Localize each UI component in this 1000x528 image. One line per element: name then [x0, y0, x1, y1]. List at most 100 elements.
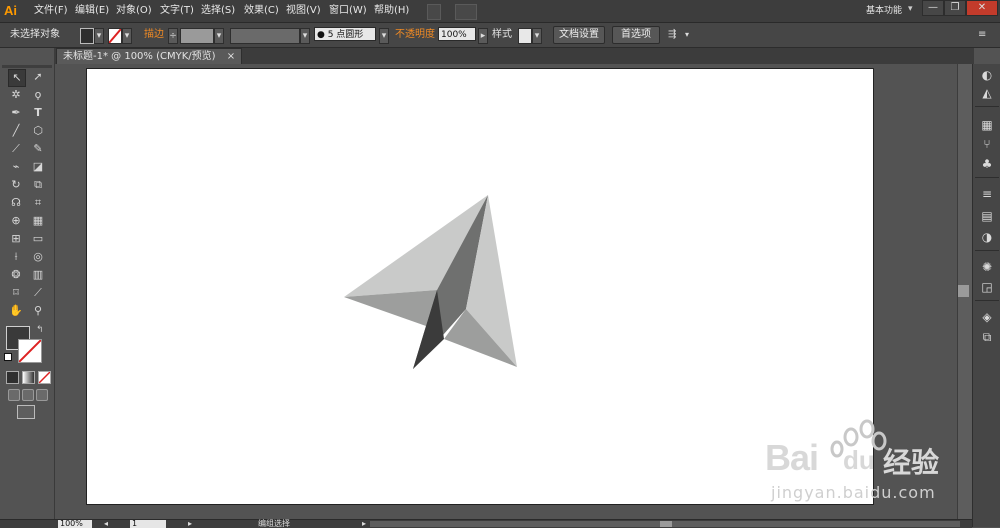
artboards-icon[interactable]: ⧉	[979, 330, 995, 344]
shape-builder-icon[interactable]: ⊕	[8, 213, 24, 229]
zoom-icon[interactable]: ⚲	[30, 303, 46, 319]
restore-button[interactable]: ❐	[944, 0, 966, 16]
rectangle-tool-icon[interactable]: ⬡	[30, 123, 46, 139]
close-window-button[interactable]: ✕	[966, 0, 998, 16]
perspective-grid-icon[interactable]: ▦	[30, 213, 46, 229]
default-colors-icon[interactable]	[4, 353, 12, 361]
eraser-icon[interactable]: ◪	[30, 159, 46, 175]
type-tool-icon[interactable]: T	[30, 105, 46, 121]
magic-wand-icon[interactable]: ✲	[8, 87, 24, 103]
document-setup-button[interactable]: 文档设置	[553, 26, 605, 44]
opacity-dropdown[interactable]: ▸	[478, 28, 488, 44]
close-icon[interactable]: ×	[227, 51, 235, 62]
gradient-panel-icon[interactable]: ▤	[979, 209, 995, 223]
scrollbar-thumb[interactable]	[958, 285, 969, 297]
brush-dropdown[interactable]: ▾	[379, 28, 389, 44]
swap-fill-stroke-icon[interactable]: ↰	[36, 325, 44, 335]
eyedropper-icon[interactable]: ⟊	[8, 249, 24, 265]
app-logo: Ai	[4, 3, 17, 18]
draw-normal-icon[interactable]	[8, 389, 20, 401]
gradient-mode-icon[interactable]	[22, 371, 35, 384]
workspace-switcher[interactable]: 基本功能	[866, 0, 902, 22]
stroke-dropdown[interactable]: ▾	[122, 28, 132, 44]
hand-icon[interactable]: ✋	[8, 303, 24, 319]
stroke-panel-icon[interactable]: ≡	[979, 187, 995, 201]
fill-swatch[interactable]	[80, 28, 94, 44]
style-dropdown[interactable]: ▾	[532, 28, 542, 44]
menu-effect[interactable]: 效果(C)	[244, 0, 279, 22]
color-guide-icon[interactable]: ◭	[979, 86, 995, 100]
blend-icon[interactable]: ◎	[30, 249, 46, 265]
menu-object[interactable]: 对象(O)	[116, 0, 152, 22]
graphic-style-swatch[interactable]	[518, 28, 532, 44]
variable-width-profile[interactable]	[230, 28, 300, 44]
transparency-icon[interactable]: ◑	[979, 230, 995, 244]
profile-dropdown[interactable]: ▾	[300, 28, 310, 44]
stroke-weight-field[interactable]	[180, 28, 214, 44]
graph-icon[interactable]: ▥	[30, 267, 46, 283]
style-label: 样式	[492, 29, 512, 40]
layers-icon[interactable]: ◈	[979, 310, 995, 324]
direct-selection-tool-icon[interactable]: ➚	[30, 69, 46, 85]
rotate-icon[interactable]: ↻	[8, 177, 24, 193]
color-panel-icon[interactable]: ◐	[979, 68, 995, 82]
stroke-color-box[interactable]	[18, 339, 42, 363]
pen-tool-icon[interactable]: ✒	[8, 105, 24, 121]
free-transform-icon[interactable]: ⌗	[30, 195, 46, 211]
horizontal-scrollbar-thumb[interactable]	[660, 521, 672, 527]
opacity-label[interactable]: 不透明度	[395, 23, 435, 47]
blob-brush-icon[interactable]: ⌁	[8, 159, 24, 175]
brushes-icon[interactable]: ⑂	[979, 137, 995, 151]
selection-tool-icon[interactable]: ↖	[8, 69, 26, 87]
paper-plane-artwork[interactable]	[87, 69, 873, 504]
draw-inside-icon[interactable]	[36, 389, 48, 401]
menu-help[interactable]: 帮助(H)	[374, 0, 409, 22]
draw-behind-icon[interactable]	[22, 389, 34, 401]
bridge-button[interactable]	[427, 4, 441, 20]
symbols-icon[interactable]: ♣	[979, 157, 995, 171]
warp-icon[interactable]: ☊	[8, 195, 24, 211]
stroke-swatch[interactable]	[108, 28, 122, 44]
line-tool-icon[interactable]: ╱	[8, 123, 24, 139]
minimize-button[interactable]: —	[922, 0, 944, 16]
menu-type[interactable]: 文字(T)	[160, 0, 194, 22]
panel-dock: ◐ ◭ ▦ ⑂ ♣ ≡ ▤ ◑ ✺ ◲ ◈ ⧉	[972, 64, 1000, 527]
stroke-stepper[interactable]: ÷	[168, 28, 178, 44]
fill-dropdown[interactable]: ▾	[94, 28, 104, 44]
menu-bar: Ai 文件(F) 编辑(E) 对象(O) 文字(T) 选择(S) 效果(C) 视…	[0, 0, 1000, 23]
menu-file[interactable]: 文件(F)	[34, 0, 68, 22]
swatches-icon[interactable]: ▦	[979, 118, 995, 132]
stroke-weight-dropdown[interactable]: ▾	[214, 28, 224, 44]
scale-icon[interactable]: ⧉	[30, 177, 46, 193]
none-stroke-icon	[109, 29, 121, 43]
lasso-icon[interactable]: ϙ	[30, 87, 46, 103]
arrange-documents-button[interactable]	[455, 4, 477, 20]
appearance-icon[interactable]: ✺	[979, 260, 995, 274]
graphic-styles-icon[interactable]: ◲	[979, 280, 995, 294]
opacity-field[interactable]: 100%	[438, 27, 476, 41]
menu-window[interactable]: 窗口(W)	[329, 0, 367, 22]
menu-select[interactable]: 选择(S)	[201, 0, 235, 22]
stroke-label[interactable]: 描边	[144, 23, 164, 47]
menu-edit[interactable]: 编辑(E)	[75, 0, 109, 22]
none-mode-icon[interactable]	[38, 371, 51, 384]
screen-mode-icon[interactable]	[17, 405, 35, 419]
chevron-down-icon[interactable]: ▾	[685, 23, 689, 47]
slice-icon[interactable]: ⟋	[30, 285, 46, 301]
artboard[interactable]	[86, 68, 874, 505]
gradient-icon[interactable]: ▭	[30, 231, 46, 247]
align-icon[interactable]: ⇶	[668, 23, 676, 47]
chevron-down-icon[interactable]: ▾	[908, 4, 913, 14]
symbol-sprayer-icon[interactable]: ❂	[8, 267, 24, 283]
mesh-icon[interactable]: ⊞	[8, 231, 24, 247]
document-tab[interactable]: 未标题-1* @ 100% (CMYK/预览) ×	[56, 48, 243, 64]
color-mode-icon[interactable]	[6, 371, 19, 384]
brush-definition[interactable]: ● 5 点圆形	[314, 27, 376, 41]
pencil-icon[interactable]: ✎	[30, 141, 46, 157]
preferences-button[interactable]: 首选项	[612, 26, 660, 44]
panel-grip[interactable]	[2, 65, 52, 68]
artboard-icon[interactable]: ⌑	[8, 285, 24, 301]
menu-view[interactable]: 视图(V)	[286, 0, 321, 22]
paintbrush-icon[interactable]: ⟋	[8, 141, 24, 157]
panel-menu-icon[interactable]: ≡	[978, 23, 986, 47]
